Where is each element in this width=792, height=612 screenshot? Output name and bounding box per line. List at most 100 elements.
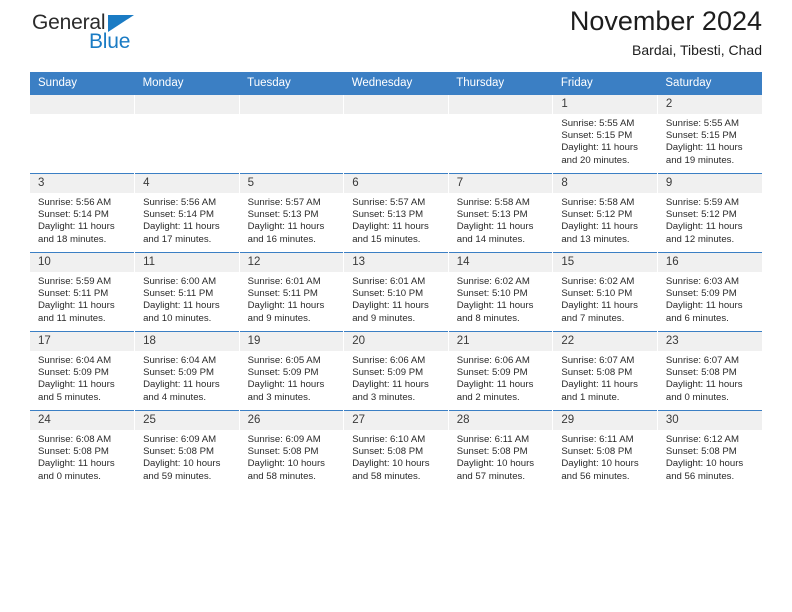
- sunrise-text: Sunrise: 6:01 AM: [352, 276, 426, 287]
- calendar-day-cell[interactable]: 24 Sunrise: 6:08 AM Sunset: 5:08 PM Dayligh…: [30, 410, 135, 489]
- brand-logo[interactable]: General Blue: [30, 12, 160, 60]
- calendar-day-cell[interactable]: 5 Sunrise: 5:57 AM Sunset: 5:13 PM Daylight…: [238, 173, 344, 253]
- day-sun-info: Sunrise: 5:56 AM Sunset: 5:14 PM Daylight:…: [30, 193, 134, 246]
- day-number: 30: [657, 411, 762, 430]
- sunset-text: Sunset: 5:14 PM: [38, 209, 109, 221]
- daylight-text: Daylight: 11 hours and 15 minutes.: [352, 221, 429, 245]
- day-number: 28: [448, 411, 553, 430]
- calendar-day-cell[interactable]: 18 Sunrise: 6:04 AM Sunset: 5:09 PM Dayligh…: [134, 331, 240, 411]
- daylight-text: Daylight: 11 hours and 20 minutes.: [561, 142, 638, 166]
- calendar-day-cell[interactable]: 12 Sunrise: 6:01 AM Sunset: 5:11 PM Dayligh…: [238, 252, 344, 332]
- page-subtitle: Bardai, Tibesti, Chad: [632, 42, 762, 58]
- calendar-day-cell[interactable]: 13 Sunrise: 6:01 AM Sunset: 5:10 PM Dayligh…: [343, 252, 449, 332]
- calendar-day-cell[interactable]: 29 Sunrise: 6:11 AM Sunset: 5:08 PM Dayligh…: [552, 410, 658, 489]
- calendar-day-cell[interactable]: 17 Sunrise: 6:04 AM Sunset: 5:09 PM Dayligh…: [30, 331, 135, 411]
- sunset-text: Sunset: 5:13 PM: [456, 209, 528, 221]
- calendar-body: 1 Sunrise: 5:55 AM Sunset: 5:15 PM Daylight…: [30, 94, 762, 489]
- daylight-text: Daylight: 11 hours and 7 minutes.: [561, 300, 638, 324]
- day-number: 25: [135, 411, 239, 430]
- calendar-day-cell-empty: [134, 94, 240, 174]
- day-number: 27: [344, 411, 448, 430]
- sunrise-text: Sunrise: 5:57 AM: [352, 197, 426, 208]
- calendar-day-cell[interactable]: 22 Sunrise: 6:07 AM Sunset: 5:08 PM Dayligh…: [552, 331, 658, 411]
- daylight-text: Daylight: 11 hours and 16 minutes.: [247, 221, 325, 245]
- calendar-day-cell[interactable]: 11 Sunrise: 6:00 AM Sunset: 5:11 PM Dayligh…: [134, 252, 240, 332]
- calendar-day-cell[interactable]: 2 Sunrise: 5:55 AM Sunset: 5:15 PM Daylight…: [656, 94, 762, 174]
- day-sun-info: Sunrise: 6:06 AM Sunset: 5:09 PM Daylight:…: [344, 351, 448, 404]
- day-number: 23: [657, 332, 762, 351]
- calendar-grid: Sunday Monday Tuesday Wednesday Thursday…: [30, 72, 762, 489]
- daylight-text: Daylight: 11 hours and 11 minutes.: [38, 300, 115, 324]
- day-number: 15: [553, 253, 657, 272]
- sunset-text: Sunset: 5:08 PM: [665, 367, 737, 379]
- calendar-day-cell[interactable]: 26 Sunrise: 6:09 AM Sunset: 5:08 PM Dayligh…: [238, 410, 344, 489]
- sunset-text: Sunset: 5:08 PM: [561, 446, 633, 458]
- sunrise-text: Sunrise: 6:00 AM: [143, 276, 217, 287]
- weekday-header-tuesday: Tuesday: [239, 72, 344, 95]
- day-sun-info: Sunrise: 5:58 AM Sunset: 5:13 PM Daylight:…: [449, 193, 553, 246]
- calendar-day-cell[interactable]: 20 Sunrise: 6:06 AM Sunset: 5:09 PM Dayligh…: [343, 331, 449, 411]
- calendar-week-row: 10 Sunrise: 5:59 AM Sunset: 5:11 PM Dayligh…: [30, 252, 762, 332]
- calendar-day-cell[interactable]: 9 Sunrise: 5:59 AM Sunset: 5:12 PM Daylight…: [656, 173, 762, 253]
- sunrise-text: Sunrise: 5:58 AM: [561, 197, 635, 208]
- day-sun-info: Sunrise: 6:08 AM Sunset: 5:08 PM Daylight:…: [30, 430, 134, 483]
- day-number: 2: [657, 95, 762, 114]
- daylight-text: Daylight: 11 hours and 17 minutes.: [143, 221, 220, 245]
- calendar-day-cell[interactable]: 14 Sunrise: 6:02 AM Sunset: 5:10 PM Dayligh…: [447, 252, 553, 332]
- weekday-header-wednesday: Wednesday: [343, 72, 449, 95]
- calendar-week-row: 17 Sunrise: 6:04 AM Sunset: 5:09 PM Dayligh…: [30, 331, 762, 411]
- calendar-day-cell[interactable]: 19 Sunrise: 6:05 AM Sunset: 5:09 PM Dayligh…: [238, 331, 344, 411]
- calendar-day-cell[interactable]: 15 Sunrise: 6:02 AM Sunset: 5:10 PM Dayligh…: [552, 252, 658, 332]
- day-number: [30, 95, 135, 114]
- day-sun-info: Sunrise: 6:07 AM Sunset: 5:08 PM Daylight:…: [553, 351, 657, 404]
- page-title: November 2024: [569, 6, 762, 36]
- calendar-day-cell[interactable]: 3 Sunrise: 5:56 AM Sunset: 5:14 PM Daylight…: [30, 173, 135, 253]
- daylight-text: Daylight: 11 hours and 6 minutes.: [665, 300, 743, 324]
- calendar-day-cell-empty: [447, 94, 553, 174]
- calendar-day-cell[interactable]: 6 Sunrise: 5:57 AM Sunset: 5:13 PM Daylight…: [343, 173, 449, 253]
- daylight-text: Daylight: 11 hours and 13 minutes.: [561, 221, 638, 245]
- daylight-text: Daylight: 10 hours and 58 minutes.: [352, 458, 430, 482]
- calendar-day-cell[interactable]: 25 Sunrise: 6:09 AM Sunset: 5:08 PM Dayligh…: [134, 410, 240, 489]
- sunset-text: Sunset: 5:09 PM: [38, 367, 109, 379]
- calendar-day-cell[interactable]: 1 Sunrise: 5:55 AM Sunset: 5:15 PM Daylight…: [552, 94, 658, 174]
- day-sun-info: Sunrise: 6:10 AM Sunset: 5:08 PM Daylight:…: [344, 430, 448, 483]
- calendar-day-cell[interactable]: 21 Sunrise: 6:06 AM Sunset: 5:09 PM Dayligh…: [447, 331, 553, 411]
- sunrise-text: Sunrise: 5:56 AM: [38, 197, 112, 208]
- sunrise-text: Sunrise: 6:01 AM: [247, 276, 321, 287]
- day-number: 21: [448, 332, 553, 351]
- daylight-text: Daylight: 10 hours and 57 minutes.: [456, 458, 535, 482]
- brand-name-blue: Blue: [89, 30, 131, 53]
- calendar-day-cell[interactable]: 23 Sunrise: 6:07 AM Sunset: 5:08 PM Dayligh…: [656, 331, 762, 411]
- sunset-text: Sunset: 5:08 PM: [456, 446, 528, 458]
- weekday-header-thursday: Thursday: [448, 72, 553, 95]
- calendar-day-cell[interactable]: 27 Sunrise: 6:10 AM Sunset: 5:08 PM Dayligh…: [343, 410, 449, 489]
- day-sun-info: Sunrise: 6:01 AM Sunset: 5:10 PM Daylight:…: [344, 272, 448, 325]
- day-sun-info: Sunrise: 6:00 AM Sunset: 5:11 PM Daylight:…: [135, 272, 239, 325]
- calendar-day-cell[interactable]: 16 Sunrise: 6:03 AM Sunset: 5:09 PM Dayligh…: [656, 252, 762, 332]
- calendar-day-cell[interactable]: 28 Sunrise: 6:11 AM Sunset: 5:08 PM Dayligh…: [447, 410, 553, 489]
- sunset-text: Sunset: 5:10 PM: [352, 288, 424, 300]
- sunrise-text: Sunrise: 6:11 AM: [561, 434, 634, 445]
- day-sun-info: Sunrise: 6:11 AM Sunset: 5:08 PM Daylight:…: [449, 430, 553, 483]
- day-number: 6: [344, 174, 448, 193]
- day-number: 1: [553, 95, 657, 114]
- day-number: [135, 95, 239, 114]
- calendar-day-cell[interactable]: 7 Sunrise: 5:58 AM Sunset: 5:13 PM Daylight…: [447, 173, 553, 253]
- day-number: 20: [344, 332, 448, 351]
- day-sun-info: Sunrise: 6:09 AM Sunset: 5:08 PM Daylight:…: [135, 430, 239, 483]
- day-number: 18: [135, 332, 239, 351]
- calendar-day-cell[interactable]: 30 Sunrise: 6:12 AM Sunset: 5:08 PM Dayligh…: [656, 410, 762, 489]
- day-number: 26: [239, 411, 344, 430]
- sunset-text: Sunset: 5:11 PM: [247, 288, 318, 300]
- day-sun-info: Sunrise: 6:07 AM Sunset: 5:08 PM Daylight:…: [658, 351, 762, 404]
- calendar-day-cell-empty: [343, 94, 449, 174]
- sunset-text: Sunset: 5:15 PM: [665, 130, 737, 142]
- calendar-day-cell[interactable]: 10 Sunrise: 5:59 AM Sunset: 5:11 PM Dayligh…: [30, 252, 135, 332]
- daylight-text: Daylight: 11 hours and 2 minutes.: [456, 379, 534, 403]
- calendar-day-cell[interactable]: 8 Sunrise: 5:58 AM Sunset: 5:12 PM Daylight…: [552, 173, 658, 253]
- calendar-page: General Blue November 2024 Bardai, Tibes…: [0, 0, 792, 612]
- day-number: 14: [448, 253, 553, 272]
- sunset-text: Sunset: 5:09 PM: [143, 367, 214, 379]
- calendar-day-cell[interactable]: 4 Sunrise: 5:56 AM Sunset: 5:14 PM Daylight…: [134, 173, 240, 253]
